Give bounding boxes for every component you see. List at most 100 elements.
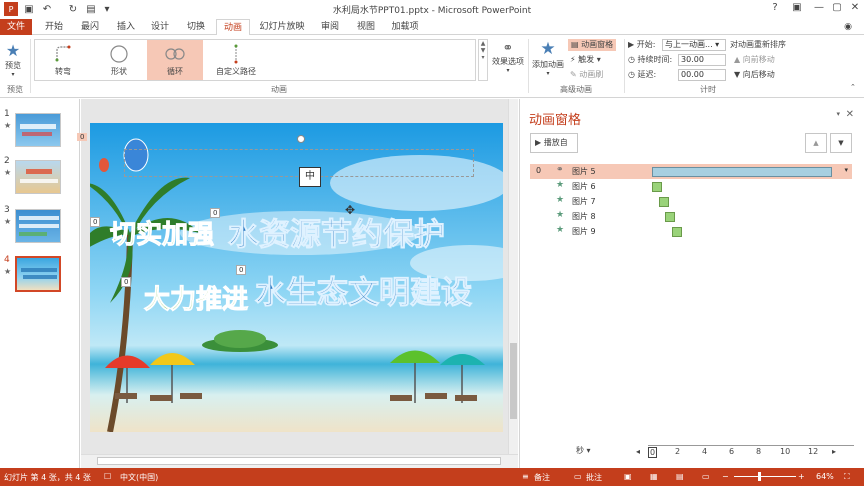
animation-row[interactable]: ★ 图片 8 — [530, 209, 852, 224]
move-later-button[interactable]: ▼ 向后移动 — [734, 69, 775, 81]
close-button[interactable]: ✕ — [846, 2, 864, 16]
tab-transitions[interactable]: 切换 — [182, 19, 210, 35]
slide-thumbnail-2[interactable] — [15, 160, 61, 194]
animation-row[interactable]: ★ 图片 7 — [530, 194, 852, 209]
slideshow-icon[interactable]: ▭ — [702, 472, 710, 481]
shape-path-icon — [110, 45, 128, 63]
slide-canvas[interactable]: 中 ✥ 切实加强 水资源节约保护 大力推进 水生态文明建设 0 0 0 0 — [90, 123, 503, 432]
animation-tag: 0 — [90, 217, 101, 227]
trigger-button[interactable]: ⚡ 触发 ▾ — [570, 54, 601, 66]
timeline-left-icon[interactable]: ◂ — [636, 447, 640, 456]
notes-button[interactable]: 备注 — [534, 472, 550, 483]
spellcheck-icon[interactable]: ☐ — [104, 472, 111, 481]
play-icon: ▶ — [535, 138, 544, 147]
preview-group-label: 预览 — [7, 85, 23, 94]
zoom-in-icon[interactable]: + — [798, 472, 805, 481]
slide-title-line1-right[interactable]: 水资源节约保护 — [228, 209, 446, 254]
language-indicator[interactable]: 中文(中国) — [120, 472, 158, 483]
normal-view-icon[interactable]: ▣ — [624, 472, 632, 481]
animation-row[interactable]: ★ 图片 6 — [530, 179, 852, 194]
zoom-out-icon[interactable]: − — [722, 472, 729, 481]
timeline-tick: 10 — [780, 447, 791, 456]
brush-icon: ✎ — [570, 70, 580, 79]
collapse-ribbon-icon[interactable]: ⌃ — [850, 81, 856, 93]
ribbon: ★ 预览 ▾ 预览 转弯 形状 循环 自定义路径 ▲ ▼ ▾ ⚭ 效果选项 ▾ 动画… — [0, 35, 864, 98]
loop-path-icon: ⚭ — [556, 165, 564, 175]
preview-button[interactable]: ★ 预览 ▾ — [2, 41, 24, 78]
duration-input[interactable]: 30.00 — [678, 54, 726, 66]
pane-options-icon[interactable]: ▾ — [836, 110, 840, 118]
move-up-button[interactable]: ▲ — [805, 133, 827, 153]
animation-pane-title: 动画窗格 — [529, 113, 582, 128]
maximize-button[interactable]: ▢ — [828, 2, 846, 16]
move-down-button[interactable]: ▼ — [830, 133, 852, 153]
chevron-down-icon[interactable]: ▾ — [844, 166, 848, 174]
slide-sorter-icon[interactable]: ▦ — [650, 472, 658, 481]
thumb-number: 3 — [4, 205, 10, 215]
zoom-slider-thumb[interactable] — [758, 472, 761, 481]
animation-painter-button[interactable]: ✎ 动画刷 — [570, 69, 603, 81]
move-earlier-button[interactable]: ▲ 向前移动 — [734, 54, 775, 66]
animation-row[interactable]: 0 ⚭ 图片 5 ▾ — [530, 164, 852, 179]
scroll-thumb[interactable] — [97, 457, 501, 465]
scroll-thumb[interactable] — [510, 343, 517, 419]
gallery-item-shapes[interactable]: 形状 — [91, 40, 147, 80]
delay-input[interactable]: 00.00 — [678, 69, 726, 81]
reading-view-icon[interactable]: ▤ — [676, 472, 684, 481]
slide-thumbnail-3[interactable] — [15, 209, 61, 243]
notes-icon[interactable]: ≡ — [522, 472, 529, 481]
help-button[interactable]: ? — [766, 2, 784, 16]
add-animation-button[interactable]: ★ 添加动画 ▾ — [532, 39, 564, 77]
thumb-text-bar — [20, 179, 58, 183]
rotate-handle-icon[interactable] — [297, 135, 305, 143]
gallery-item-turns[interactable]: 转弯 — [35, 40, 91, 80]
timing-group-label: 计时 — [700, 85, 716, 94]
tab-home[interactable]: 开始 — [40, 19, 68, 35]
slide-edit-area: 中 ✥ 切实加强 水资源节约保护 大力推进 水生态文明建设 0 0 0 0 0 — [77, 99, 518, 468]
tab-review[interactable]: 审阅 — [316, 19, 344, 35]
timeline-tick: 12 — [808, 447, 819, 456]
play-from-button[interactable]: ▶ 播放自 — [530, 133, 578, 153]
comments-button[interactable]: 批注 — [586, 472, 602, 483]
thumb-text-bar — [23, 275, 57, 279]
tab-slideshow[interactable]: 幻灯片放映 — [256, 19, 308, 35]
thumb-animation-star: ★ — [4, 121, 12, 130]
zoom-slider[interactable] — [734, 476, 796, 477]
gallery-scrollbar[interactable]: ▲ ▼ ▾ — [478, 39, 488, 81]
minimize-button[interactable]: — — [810, 2, 828, 16]
tab-animations[interactable]: 动画 — [216, 19, 250, 36]
vertical-scrollbar[interactable] — [508, 99, 518, 454]
horizontal-scrollbar[interactable] — [81, 454, 518, 468]
tab-design[interactable]: 设计 — [146, 19, 174, 35]
animation-row[interactable]: ★ 图片 9 — [530, 224, 852, 239]
tab-flash[interactable]: 最闪 — [76, 19, 104, 35]
slide-title-line2-right[interactable]: 水生态文明建设 — [255, 267, 473, 312]
fit-to-window-icon[interactable]: ⛶ — [844, 472, 850, 482]
tab-view[interactable]: 视图 — [352, 19, 380, 35]
gallery-item-custom-path[interactable]: 自定义路径 — [203, 40, 269, 80]
gallery-item-loops[interactable]: 循环 — [147, 40, 203, 80]
user-avatar-icon[interactable]: ◉ — [838, 19, 858, 35]
thumb-text-bar — [19, 224, 59, 228]
slide-thumbnail-4[interactable] — [15, 256, 61, 292]
timeline-right-icon[interactable]: ▸ — [832, 447, 836, 456]
comments-icon[interactable]: ▭ — [574, 472, 582, 481]
restore-ribbon-button[interactable]: ▣ — [788, 2, 806, 16]
tab-insert[interactable]: 插入 — [112, 19, 140, 35]
slide-title-line1-left[interactable]: 切实加强 — [109, 214, 214, 251]
tab-file[interactable]: 文件 — [0, 19, 32, 35]
zoom-level[interactable]: 64% — [816, 472, 834, 481]
animation-tag: 0 — [121, 277, 132, 287]
reorder-title: 对动画重新排序 — [730, 40, 786, 49]
add-animation-star-icon: ★ — [540, 39, 556, 59]
timeline-bar — [652, 167, 832, 177]
tab-addins[interactable]: 加载项 — [388, 19, 422, 35]
seconds-dropdown[interactable]: 秒 ▾ — [576, 445, 591, 456]
slide-title-line2-left[interactable]: 大力推进 — [143, 279, 248, 316]
thumb-animation-star: ★ — [4, 168, 12, 177]
start-select[interactable]: 与上一动画... ▾ — [662, 39, 726, 51]
animation-pane-button[interactable]: ▤ 动画窗格 — [568, 39, 617, 51]
effect-options-button[interactable]: ⚭ 效果选项 ▾ — [490, 41, 526, 74]
close-icon[interactable]: ✕ — [846, 109, 854, 120]
slide-thumbnail-1[interactable] — [15, 113, 61, 147]
